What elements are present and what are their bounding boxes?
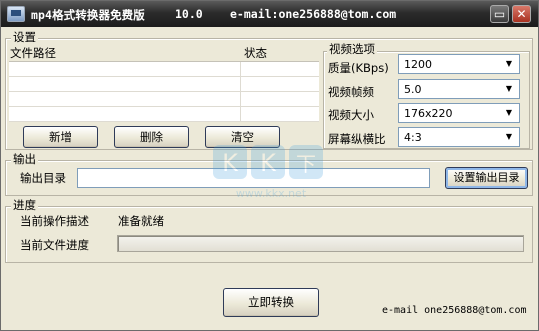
video-size-label: 视频大小	[328, 108, 374, 122]
quality-label: 质量(KBps)	[328, 61, 389, 75]
window-version: 10.0	[175, 7, 203, 21]
framerate-label: 视频帧频	[328, 85, 374, 99]
add-file-button[interactable]: 新增	[23, 126, 98, 148]
current-operation-label: 当前操作描述	[20, 214, 89, 228]
current-operation-value: 准备就绪	[118, 214, 164, 228]
framerate-value: 5.0	[404, 83, 422, 96]
column-header-status: 状态	[244, 46, 267, 60]
file-progress-bar	[117, 235, 524, 252]
delete-file-button[interactable]: 删除	[114, 126, 189, 148]
aspect-ratio-label: 屏幕纵横比	[328, 132, 386, 146]
minimize-button[interactable]: ▭	[490, 5, 509, 23]
table-row[interactable]	[9, 62, 319, 77]
file-progress-label: 当前文件进度	[20, 238, 89, 252]
close-button[interactable]: ✕	[512, 5, 531, 23]
output-group-label: 输出	[11, 152, 38, 166]
close-icon: ✕	[516, 7, 527, 21]
table-row[interactable]	[9, 92, 319, 107]
minimize-icon: ▭	[493, 7, 506, 21]
convert-now-button[interactable]: 立即转换	[223, 288, 319, 317]
footer-email: e-mail one256888@tom.com	[382, 305, 527, 316]
aspect-ratio-select[interactable]: 4:3 ▼	[398, 127, 520, 147]
progress-group-label: 进度	[11, 198, 38, 212]
quality-value: 1200	[404, 58, 432, 71]
app-window: mp4格式转换器免费版 10.0 e-mail:one256888@tom.co…	[0, 0, 539, 331]
chevron-down-icon: ▼	[505, 132, 513, 141]
table-row[interactable]	[9, 77, 319, 92]
title-bar: mp4格式转换器免费版 10.0 e-mail:one256888@tom.co…	[1, 1, 538, 27]
window-email: e-mail:one256888@tom.com	[230, 7, 397, 21]
framerate-select[interactable]: 5.0 ▼	[398, 79, 520, 99]
aspect-ratio-value: 4:3	[404, 131, 422, 144]
table-row[interactable]	[9, 107, 319, 122]
chevron-down-icon: ▼	[505, 59, 513, 68]
set-output-dir-button[interactable]: 设置输出目录	[445, 167, 528, 189]
video-options-group-label: 视频选项	[327, 42, 377, 56]
output-dir-label: 输出目录	[20, 171, 66, 185]
video-size-value: 176x220	[404, 107, 453, 120]
column-header-path: 文件路径	[10, 46, 56, 60]
settings-group-label: 设置	[11, 30, 38, 44]
file-list-table[interactable]	[9, 61, 319, 122]
app-icon	[7, 6, 25, 22]
quality-select[interactable]: 1200 ▼	[398, 54, 520, 74]
window-title: mp4格式转换器免费版	[31, 8, 145, 22]
chevron-down-icon: ▼	[505, 108, 513, 117]
chevron-down-icon: ▼	[505, 84, 513, 93]
video-size-select[interactable]: 176x220 ▼	[398, 103, 520, 123]
clear-list-button[interactable]: 清空	[205, 126, 280, 148]
output-dir-input[interactable]	[77, 168, 430, 188]
